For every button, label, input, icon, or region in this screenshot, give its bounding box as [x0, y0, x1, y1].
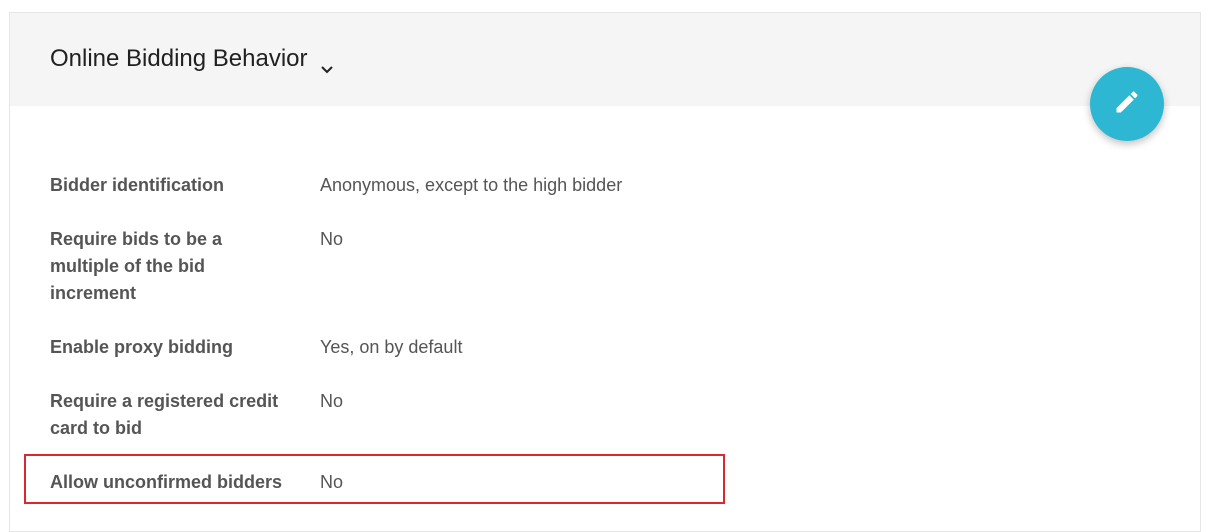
card-header: Online Bidding Behavior: [10, 13, 1200, 106]
pencil-icon: [1113, 88, 1141, 121]
highlight-box: [24, 454, 725, 504]
section-toggle[interactable]: Online Bidding Behavior: [50, 45, 334, 74]
setting-value: No: [320, 229, 344, 249]
setting-value: Yes, on by default: [320, 337, 463, 357]
edit-button[interactable]: [1090, 67, 1164, 141]
section-title: Online Bidding Behavior: [50, 45, 308, 72]
setting-value: No: [320, 391, 344, 411]
setting-value: Anonymous, except to the high bidder: [320, 175, 623, 195]
setting-label: Require a registered credit card to bid: [50, 391, 279, 438]
setting-label: Enable proxy bidding: [50, 337, 234, 357]
chevron-down-icon: [320, 54, 334, 74]
setting-label: Require bids to be a multiple of the bid…: [50, 229, 223, 303]
setting-label: Bidder identification: [50, 175, 225, 195]
